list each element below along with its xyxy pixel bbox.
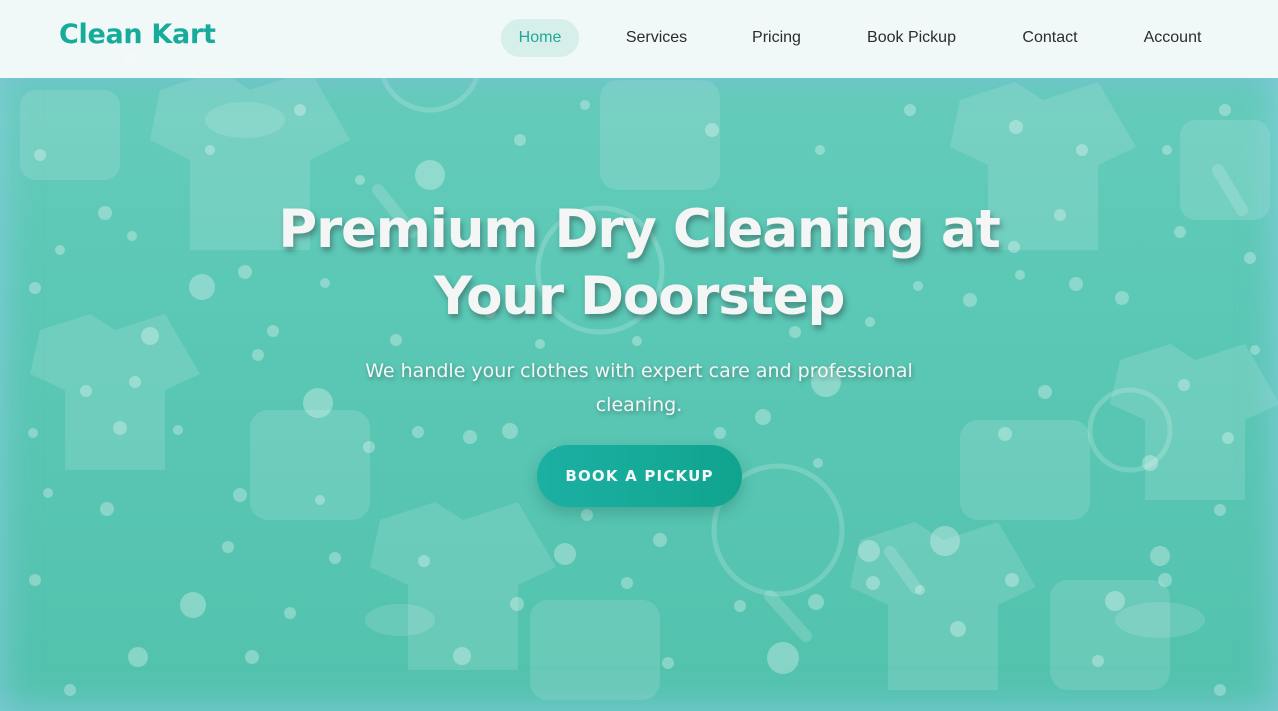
- hero-title-line-1: Premium Dry Cleaning at: [278, 199, 1000, 260]
- washer-icon: [530, 600, 660, 700]
- hero-subtitle-line-1: We handle your clothes with expert care …: [365, 360, 913, 382]
- hero-section: Premium Dry Cleaning at Your Doorstep We…: [0, 0, 1278, 711]
- washer-icon: [600, 80, 720, 190]
- hero-subtitle-line-2: cleaning.: [595, 394, 683, 416]
- hero-content: Premium Dry Cleaning at Your Doorstep We…: [0, 196, 1278, 422]
- top-navbar: Clean Kart Home Services Pricing Book Pi…: [0, 0, 1278, 78]
- clothespin-icon: [764, 590, 812, 642]
- bubble-blob: [205, 102, 285, 138]
- washer-icon: [20, 90, 120, 180]
- bubble-blob: [365, 604, 435, 636]
- bubble-blob: [1115, 602, 1205, 638]
- nav-services[interactable]: Services: [611, 19, 702, 57]
- nav-account[interactable]: Account: [1127, 19, 1218, 57]
- hero-title: Premium Dry Cleaning at Your Doorstep: [189, 196, 1089, 330]
- brand-logo[interactable]: Clean Kart: [59, 19, 216, 50]
- nav-book-pickup[interactable]: Book Pickup: [850, 19, 973, 57]
- hero-subtitle: We handle your clothes with expert care …: [344, 354, 934, 422]
- shirt-icon: [370, 502, 556, 670]
- hero-title-line-2: Your Doorstep: [433, 266, 846, 327]
- washer-icon: [960, 420, 1090, 520]
- nav-contact[interactable]: Contact: [1006, 19, 1094, 57]
- washer-icon: [250, 410, 370, 520]
- book-pickup-cta-button[interactable]: BOOK A PICKUP: [537, 445, 742, 507]
- nav-pricing[interactable]: Pricing: [736, 19, 817, 57]
- nav-home[interactable]: Home: [501, 19, 579, 57]
